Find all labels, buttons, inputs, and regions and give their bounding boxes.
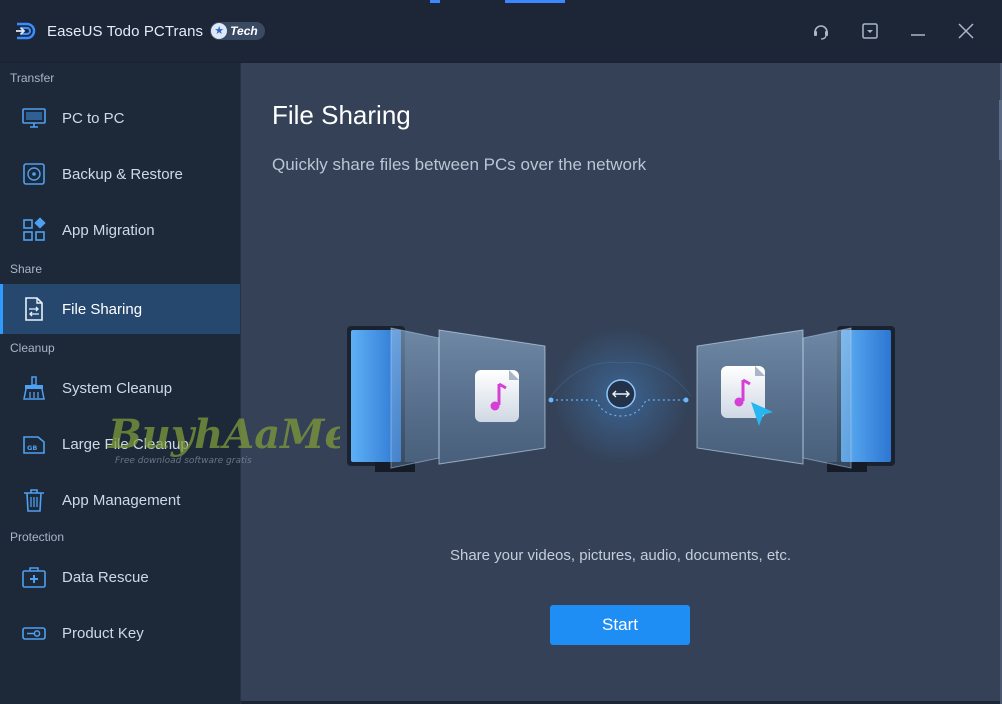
disk-backup-icon bbox=[21, 161, 47, 187]
page-subtitle: Quickly share files between PCs over the… bbox=[272, 155, 647, 174]
app-grid-icon bbox=[21, 217, 47, 243]
close-icon bbox=[958, 23, 974, 39]
file-share-icon bbox=[21, 296, 47, 322]
monitor-icon bbox=[21, 105, 47, 131]
sidebar-item-app-management[interactable]: App Management bbox=[0, 475, 240, 525]
accent-line bbox=[505, 0, 565, 3]
watermark-text: BuyhAaMe bbox=[107, 411, 340, 458]
section-label-cleanup: Cleanup bbox=[10, 341, 55, 355]
sidebar-item-label: App Migration bbox=[62, 221, 155, 239]
trash-icon bbox=[21, 487, 47, 513]
support-icon bbox=[814, 25, 828, 40]
section-label-transfer: Transfer bbox=[10, 71, 55, 85]
app-title: EaseUS Todo PCTrans bbox=[47, 22, 204, 40]
watermark-tagline: Free download software gratis bbox=[115, 456, 252, 466]
page-title: File Sharing bbox=[272, 100, 411, 130]
app-logo-icon bbox=[16, 22, 36, 40]
minimize-icon bbox=[911, 34, 925, 36]
edition-badge: ★ Tech bbox=[210, 22, 265, 40]
section-label-protection: Protection bbox=[10, 530, 65, 544]
main-panel: File Sharing Quickly share files between… bbox=[241, 63, 1000, 701]
star-icon: ★ bbox=[211, 23, 228, 39]
edition-label: Tech bbox=[230, 24, 258, 38]
sidebar-item-label: File Sharing bbox=[62, 300, 143, 318]
right-pc-icon bbox=[696, 326, 895, 472]
sidebar-item-label: System Cleanup bbox=[62, 379, 173, 397]
left-pc-icon bbox=[347, 326, 546, 472]
title-bar: EaseUS Todo PCTrans ★ Tech bbox=[0, 0, 1002, 63]
menu-icon bbox=[862, 23, 878, 39]
watermark: BuyhAaMe Free download software gratis bbox=[107, 411, 340, 466]
sidebar-item-label: Data Rescue bbox=[62, 568, 149, 586]
svg-text:GB: GB bbox=[27, 444, 37, 452]
rescue-kit-icon bbox=[21, 564, 47, 590]
sidebar-item-label: PC to PC bbox=[62, 109, 125, 127]
file-sharing-illustration bbox=[347, 326, 895, 472]
minimize-button[interactable] bbox=[905, 18, 931, 44]
sidebar-item-app-migration[interactable]: App Migration bbox=[0, 205, 240, 255]
start-button[interactable]: Start bbox=[550, 605, 690, 645]
sidebar-item-label: Backup & Restore bbox=[62, 165, 183, 183]
accent-line bbox=[430, 0, 440, 3]
gb-drive-icon: GB bbox=[21, 431, 47, 457]
section-label-share: Share bbox=[10, 262, 43, 276]
sidebar-item-label: Product Key bbox=[62, 624, 144, 642]
sidebar-item-pc-to-pc[interactable]: PC to PC bbox=[0, 93, 240, 143]
transfer-connection bbox=[548, 326, 692, 466]
support-button[interactable] bbox=[808, 18, 834, 44]
app-brand: EaseUS Todo PCTrans ★ Tech bbox=[14, 20, 265, 42]
broom-icon bbox=[21, 375, 47, 401]
feature-description: Share your videos, pictures, audio, docu… bbox=[449, 547, 791, 564]
close-button[interactable] bbox=[953, 18, 979, 44]
sidebar-item-product-key[interactable]: Product Key bbox=[0, 608, 240, 658]
sidebar-item-file-sharing[interactable]: File Sharing bbox=[0, 284, 240, 334]
sidebar-item-data-rescue[interactable]: Data Rescue bbox=[0, 552, 240, 602]
sidebar-item-backup-restore[interactable]: Backup & Restore bbox=[0, 149, 240, 199]
sidebar-item-label: App Management bbox=[62, 491, 181, 509]
key-icon bbox=[21, 620, 47, 646]
menu-button[interactable] bbox=[857, 18, 883, 44]
sidebar: Transfer PC to PC Backup & Restore App M… bbox=[0, 63, 241, 704]
